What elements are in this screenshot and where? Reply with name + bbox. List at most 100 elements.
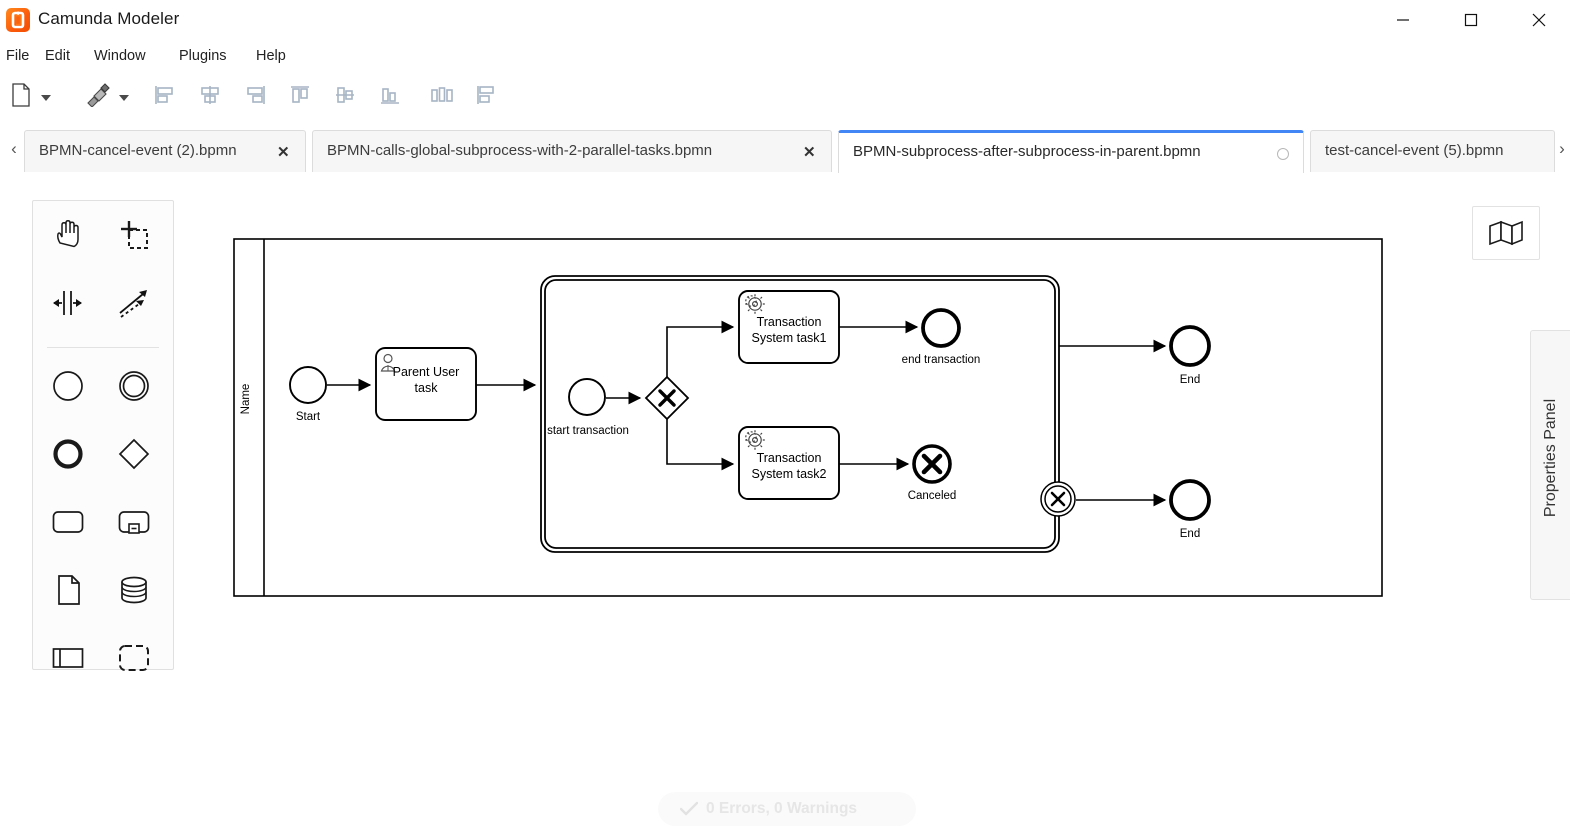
bpmn-boundary-cancel-event[interactable] bbox=[1040, 481, 1076, 517]
tab-close-icon[interactable]: ✕ bbox=[277, 143, 290, 161]
tab-label: BPMN-subprocess-after-subprocess-in-pare… bbox=[853, 143, 1201, 160]
distribute-vertical-button[interactable] bbox=[470, 78, 504, 112]
menu-item-plugins[interactable]: Plugins bbox=[179, 42, 227, 70]
bpmn-service-task-1[interactable]: Transaction System task1 bbox=[738, 290, 840, 364]
title-bar: Camunda Modeler bbox=[0, 0, 1570, 40]
tab-scroll-left-button[interactable]: ‹ bbox=[4, 134, 24, 164]
tab-label: test-cancel-event (5).bpmn bbox=[1325, 142, 1504, 159]
gateway-icon bbox=[118, 438, 150, 470]
element-palette bbox=[32, 200, 174, 671]
create-subprocess-collapsed-button[interactable] bbox=[103, 491, 165, 553]
align-center-horizontal-icon bbox=[201, 86, 219, 104]
align-bottom-icon bbox=[381, 88, 399, 104]
align-bottom-button[interactable] bbox=[373, 78, 407, 112]
create-data-object-button[interactable] bbox=[37, 559, 99, 621]
create-task-button[interactable] bbox=[37, 491, 99, 553]
menu-item-file[interactable]: File bbox=[6, 42, 29, 70]
check-icon bbox=[680, 801, 698, 816]
bpmn-cancel-end-event[interactable]: Canceled bbox=[908, 444, 957, 502]
create-data-store-button[interactable] bbox=[103, 559, 165, 621]
deploy-button[interactable] bbox=[82, 78, 116, 112]
space-tool-button[interactable] bbox=[37, 273, 99, 335]
connect-tool-icon bbox=[119, 290, 147, 318]
camunda-logo-icon bbox=[6, 8, 30, 32]
align-middle-icon bbox=[336, 87, 354, 103]
status-badge[interactable]: 0 Errors, 0 Warnings bbox=[658, 792, 916, 826]
task-label-line2: task bbox=[415, 381, 439, 395]
align-middle-button[interactable] bbox=[328, 78, 362, 112]
task-icon bbox=[52, 511, 84, 533]
menu-item-window[interactable]: Window bbox=[94, 42, 146, 70]
create-intermediate-event-button[interactable] bbox=[103, 355, 165, 417]
bpmn-user-task-parent[interactable]: Parent User task bbox=[375, 347, 477, 421]
align-left-button[interactable] bbox=[148, 78, 182, 112]
tab-scroll-right-button[interactable]: › bbox=[1552, 134, 1570, 164]
create-start-event-button[interactable] bbox=[37, 355, 99, 417]
connect-tool-button[interactable] bbox=[103, 273, 165, 335]
status-text: 0 Errors, 0 Warnings bbox=[706, 800, 858, 817]
end-event-label: End bbox=[1180, 374, 1200, 386]
task-label-line1: Transaction bbox=[757, 315, 822, 329]
menu-item-help[interactable]: Help bbox=[256, 42, 286, 70]
properties-panel-label: Properties Panel bbox=[1542, 398, 1559, 518]
pool-label: Name bbox=[240, 384, 252, 415]
data-store-icon bbox=[121, 576, 147, 604]
properties-panel-toggle[interactable]: Properties Panel bbox=[1530, 330, 1570, 600]
end-event-icon bbox=[53, 439, 83, 469]
distribute-horizontal-button[interactable] bbox=[425, 78, 459, 112]
tab-test-cancel-event-5[interactable]: test-cancel-event (5).bpmn bbox=[1310, 130, 1555, 172]
start-transaction-label: start transaction bbox=[547, 425, 629, 437]
camunda-modeler-window: Camunda Modeler File Edit Window Plugins… bbox=[0, 0, 1570, 834]
group-icon bbox=[119, 645, 149, 671]
toolbar bbox=[0, 74, 1570, 182]
intermediate-event-icon bbox=[119, 371, 149, 401]
canceled-label: Canceled bbox=[908, 490, 957, 502]
tab-bpmn-calls-global-subprocess[interactable]: BPMN-calls-global-subprocess-with-2-para… bbox=[312, 130, 832, 172]
diagram-canvas[interactable]: Name Start Parent User task start transa… bbox=[0, 172, 1570, 834]
data-object-icon bbox=[58, 575, 80, 605]
create-end-event-button[interactable] bbox=[37, 423, 99, 485]
minimap-toggle-button[interactable] bbox=[1472, 206, 1540, 260]
tab-bpmn-cancel-event-2[interactable]: BPMN-cancel-event (2).bpmn ✕ bbox=[24, 130, 306, 172]
lasso-tool-icon bbox=[121, 221, 148, 249]
new-diagram-icon bbox=[12, 83, 30, 107]
tab-bpmn-subprocess-after-subprocess-in-parent[interactable]: BPMN-subprocess-after-subprocess-in-pare… bbox=[838, 130, 1304, 173]
align-right-icon bbox=[247, 86, 265, 104]
menu-item-edit[interactable]: Edit bbox=[45, 42, 70, 70]
align-left-icon bbox=[155, 86, 173, 104]
lasso-tool-button[interactable] bbox=[103, 205, 165, 267]
subprocess-collapsed-icon bbox=[118, 511, 150, 534]
close-button[interactable] bbox=[1516, 0, 1562, 40]
app-title: Camunda Modeler bbox=[38, 9, 180, 28]
distribute-horizontal-icon bbox=[431, 87, 453, 102]
new-diagram-dropdown-caret-icon[interactable] bbox=[40, 90, 52, 101]
close-icon bbox=[1532, 13, 1546, 27]
task-label-line1: Transaction bbox=[757, 451, 822, 465]
hand-tool-button[interactable] bbox=[37, 205, 99, 267]
create-group-button[interactable] bbox=[103, 627, 165, 689]
deploy-brush-icon bbox=[87, 83, 110, 107]
maximize-icon bbox=[1464, 13, 1478, 27]
deploy-dropdown-caret-icon[interactable] bbox=[118, 90, 130, 101]
new-diagram-button[interactable] bbox=[4, 78, 38, 112]
tab-bar: ‹ BPMN-cancel-event (2).bpmn ✕ BPMN-call… bbox=[0, 126, 1570, 173]
task-label-line1: Parent User bbox=[393, 365, 460, 379]
create-participant-pool-button[interactable] bbox=[37, 627, 99, 689]
start-event-label: Start bbox=[296, 411, 321, 423]
minimize-button[interactable] bbox=[1380, 0, 1426, 40]
align-center-horizontal-button[interactable] bbox=[193, 78, 227, 112]
bpmn-diagram: Name Start Parent User task start transa… bbox=[233, 238, 1383, 597]
tab-unsaved-indicator-icon[interactable] bbox=[1277, 148, 1289, 160]
start-event-icon bbox=[53, 371, 83, 401]
align-right-button[interactable] bbox=[238, 78, 272, 112]
participant-pool-icon bbox=[52, 648, 84, 668]
maximize-button[interactable] bbox=[1448, 0, 1494, 40]
align-top-button[interactable] bbox=[283, 78, 317, 112]
end-event-label: End bbox=[1180, 528, 1200, 540]
task-label-line2: System task2 bbox=[751, 467, 826, 481]
tab-close-icon[interactable]: ✕ bbox=[803, 143, 816, 161]
minimize-icon bbox=[1397, 19, 1409, 21]
space-tool-icon bbox=[53, 291, 82, 315]
create-gateway-button[interactable] bbox=[103, 423, 165, 485]
bpmn-service-task-2[interactable]: Transaction System task2 bbox=[738, 426, 840, 500]
